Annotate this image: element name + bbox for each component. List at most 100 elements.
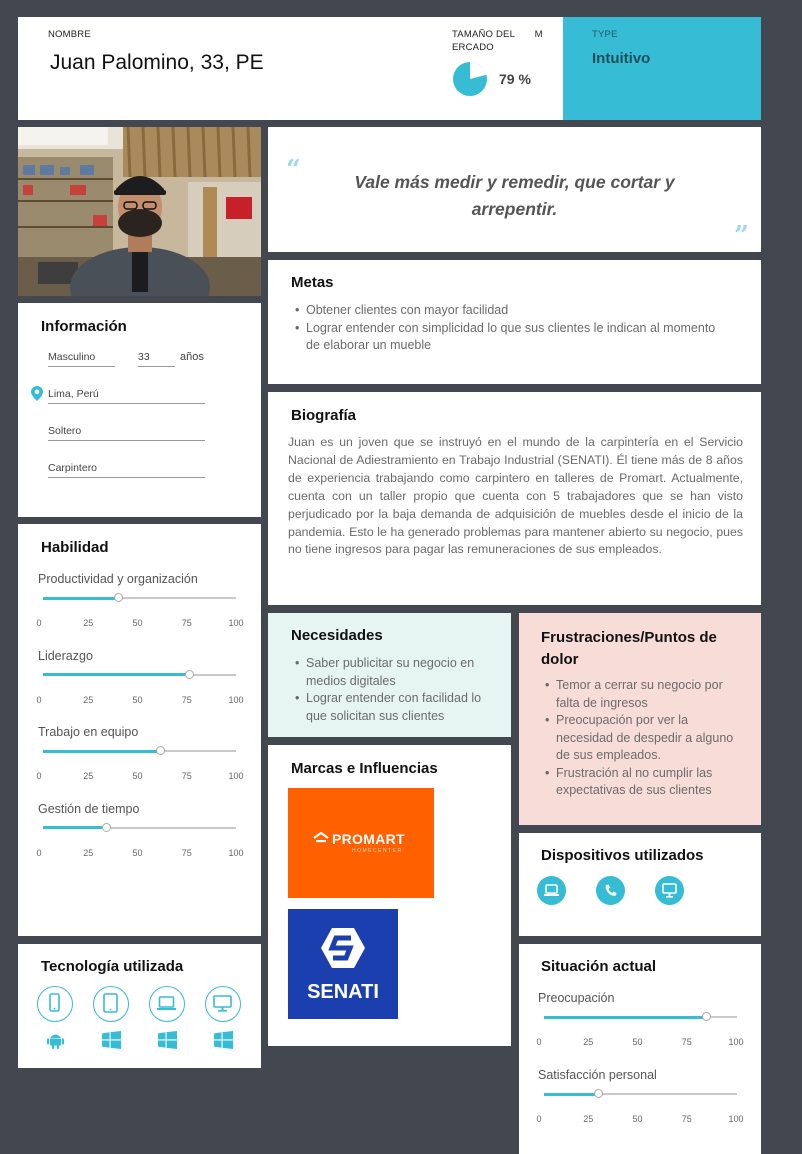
slider-handle[interactable] bbox=[701, 1012, 711, 1021]
android-icon bbox=[47, 1034, 64, 1049]
slider-label: Trabajo en equipo bbox=[38, 725, 139, 739]
desktop-icon bbox=[655, 876, 684, 905]
slider-scale: 0 25 50 75 100 bbox=[36, 847, 243, 860]
senati-emblem-icon bbox=[321, 928, 365, 968]
windows-icon bbox=[102, 1031, 121, 1049]
quote-close-mark: ” bbox=[734, 221, 749, 251]
scale-tick-label: 75 bbox=[181, 618, 192, 628]
scale-tick-label: 25 bbox=[583, 1037, 594, 1047]
scale-tick-label: 75 bbox=[681, 1037, 692, 1047]
slider-fill bbox=[43, 596, 119, 600]
needs-title: Necesidades bbox=[291, 627, 383, 644]
scale-tick-label: 100 bbox=[228, 771, 244, 781]
quote-text: Vale más medir y remedir, que cortar y a… bbox=[354, 172, 675, 219]
biography-card: Biografía Juan es un joven que se instru… bbox=[268, 392, 761, 605]
market-size-label: TAMAÑO DEL M ERCADO bbox=[452, 29, 543, 53]
occupation-field: Carpintero bbox=[48, 462, 205, 478]
type-value: Intuitivo bbox=[592, 50, 651, 67]
slider-handle[interactable] bbox=[113, 593, 123, 602]
marital-status-field: Soltero bbox=[48, 425, 205, 441]
slider-fill bbox=[43, 749, 161, 753]
tablet-icon bbox=[93, 986, 129, 1022]
skills-card: Habilidad Productividad y organización 0 2… bbox=[18, 524, 261, 936]
situation-title: Situación actual bbox=[541, 958, 657, 975]
scale-tick-label: 75 bbox=[181, 847, 192, 858]
slider-fill bbox=[43, 673, 190, 676]
slider-track[interactable] bbox=[43, 822, 236, 832]
promart-subtitle: HOMECENTER bbox=[352, 848, 403, 854]
technology-card: Tecnología utilizada bbox=[18, 944, 261, 1068]
frustrations-title: Frustraciones/Puntos de dolor bbox=[541, 629, 717, 668]
slider-handle[interactable] bbox=[156, 746, 166, 755]
frustrations-card: Frustraciones/Puntos de dolor Temor a ce… bbox=[519, 613, 761, 825]
slider-fill bbox=[43, 826, 107, 829]
slider-scale: 0 25 50 75 100 bbox=[36, 771, 243, 783]
brands-card: Marcas e Influencias PROMART HOMECENTER … bbox=[268, 745, 511, 1046]
scale-tick-label: 25 bbox=[583, 1114, 594, 1124]
scale-tick-label: 50 bbox=[132, 771, 143, 781]
header-card: NOMBRE Juan Palomino, 33, PE TAMAÑO DEL … bbox=[18, 17, 563, 120]
list-item: Obtener clientes con mayor facilidad bbox=[292, 302, 722, 320]
market-size-value: 79 % bbox=[499, 71, 531, 87]
scale-tick-label: 25 bbox=[83, 694, 94, 705]
slider-track[interactable] bbox=[43, 669, 236, 679]
senati-name: SENATI bbox=[307, 981, 379, 1003]
slider-track[interactable] bbox=[544, 1089, 737, 1098]
desktop-icon bbox=[205, 986, 241, 1022]
slider-scale: 0 25 50 75 100 bbox=[536, 1114, 743, 1126]
devices-title: Dispositivos utilizados bbox=[541, 847, 704, 864]
gender-field: Masculino bbox=[48, 351, 115, 367]
devices-card: Dispositivos utilizados bbox=[519, 833, 761, 936]
type-label: TYPE bbox=[592, 29, 618, 40]
slider-scale: 0 25 50 75 100 bbox=[536, 1037, 743, 1049]
scale-tick-label: 0 bbox=[36, 771, 42, 781]
workshop-photo-illustration bbox=[18, 127, 261, 296]
location-pin-icon bbox=[31, 386, 43, 401]
slider-track[interactable] bbox=[43, 593, 236, 602]
slider-label: Gestión de tiempo bbox=[38, 801, 140, 816]
scale-tick-label: 50 bbox=[132, 618, 143, 628]
senati-logo: SENATI bbox=[288, 909, 398, 1019]
biography-title: Biografía bbox=[291, 407, 357, 424]
slider-handle[interactable] bbox=[185, 669, 195, 679]
list-item: Lograr entender con simplicidad lo que s… bbox=[292, 320, 722, 355]
brands-title: Marcas e Influencias bbox=[291, 760, 438, 777]
slider-label: Liderazgo bbox=[38, 648, 93, 663]
quote-open-mark: “ bbox=[286, 155, 301, 185]
laptop-icon bbox=[537, 876, 566, 905]
list-item: Lograr entender con facilidad lo que sol… bbox=[292, 690, 504, 725]
goals-title: Metas bbox=[291, 274, 334, 291]
skills-title: Habilidad bbox=[41, 539, 109, 556]
list-item: Frustración al no cumplir las expectativ… bbox=[542, 765, 747, 800]
scale-tick-label: 0 bbox=[536, 1037, 542, 1047]
market-pie-chart bbox=[453, 62, 487, 96]
technology-title: Tecnología utilizada bbox=[41, 958, 184, 975]
scale-tick-label: 75 bbox=[681, 1114, 692, 1124]
slider-handle[interactable] bbox=[593, 1089, 603, 1098]
slider-track[interactable] bbox=[544, 1012, 737, 1021]
scale-tick-label: 100 bbox=[228, 694, 244, 705]
scale-tick-label: 100 bbox=[728, 1037, 744, 1047]
scale-tick-label: 100 bbox=[728, 1114, 744, 1124]
slider-track[interactable] bbox=[43, 746, 236, 755]
scale-tick-label: 50 bbox=[632, 1037, 643, 1047]
promart-house-icon bbox=[313, 832, 329, 843]
windows-icon bbox=[214, 1031, 233, 1049]
list-item: Saber publicitar su negocio en medios di… bbox=[292, 655, 504, 690]
info-title: Información bbox=[41, 318, 127, 335]
slider-handle[interactable] bbox=[102, 822, 112, 832]
windows-icon bbox=[158, 1031, 177, 1049]
smartphone-icon bbox=[37, 986, 73, 1022]
scale-tick-label: 0 bbox=[36, 618, 42, 628]
scale-tick-label: 0 bbox=[536, 1114, 542, 1124]
persona-name: Juan Palomino, 33, PE bbox=[50, 51, 264, 74]
type-card: TYPE Intuitivo bbox=[563, 17, 761, 120]
slider-label: Preocupación bbox=[538, 991, 615, 1005]
list-item: Temor a cerrar su negocio por falta de i… bbox=[542, 677, 747, 712]
scale-tick-label: 75 bbox=[181, 694, 192, 705]
phone-icon bbox=[596, 876, 625, 905]
slider-scale: 0 25 50 75 100 bbox=[36, 618, 243, 630]
scale-tick-label: 0 bbox=[36, 847, 42, 858]
info-card: Información Masculino 33 años Lima, Perú… bbox=[18, 303, 261, 517]
slider-fill bbox=[544, 1092, 599, 1096]
